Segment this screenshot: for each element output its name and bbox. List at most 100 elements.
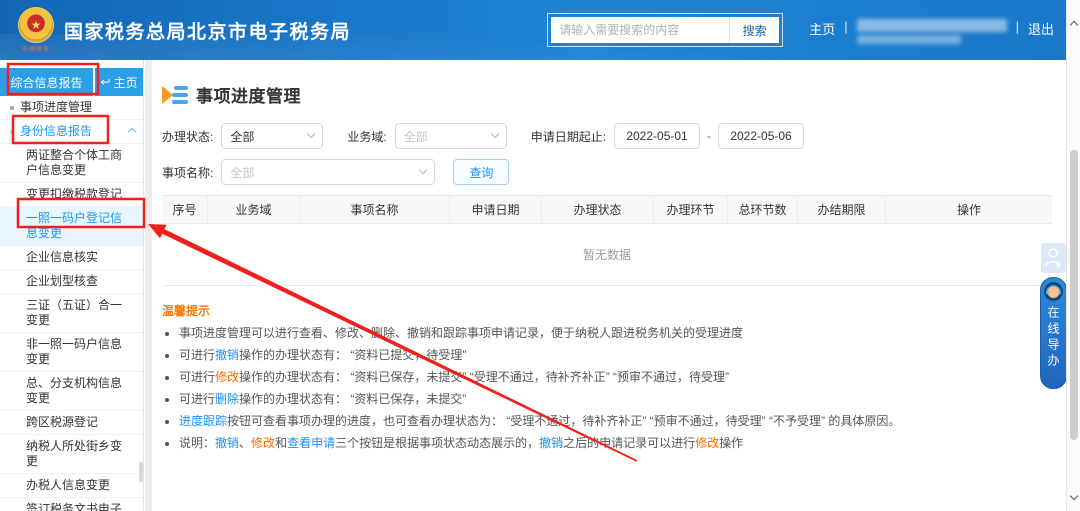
tip-keyword: 进度跟踪: [179, 414, 227, 428]
item-name-value: 全部: [230, 164, 254, 181]
date-range-dash: -: [707, 129, 711, 143]
sidebar-home-button[interactable]: ↩ 主页: [95, 68, 143, 96]
tip-keyword: 撤销: [215, 348, 239, 362]
status-value: 全部: [230, 128, 254, 145]
date-to-input[interactable]: 2022-05-06: [718, 123, 804, 149]
page: ★ 中国税务 国家税务总局北京市电子税务局 搜索 主页 | | 退出 综合信息报…: [0, 0, 1080, 511]
sidebar-item-label: 一照一码户登记信息变更: [26, 211, 133, 241]
person-star-icon: [1044, 246, 1063, 270]
table-header-cell: 业务域: [208, 196, 300, 223]
table-header-cell: 办结期限: [798, 196, 886, 223]
bullet-dot: [10, 106, 14, 110]
table-header-cell: 序号: [162, 196, 208, 223]
scroll-down-arrow[interactable]: [1070, 492, 1078, 500]
home-link[interactable]: 主页: [809, 19, 835, 38]
scrollbar-thumb[interactable]: [1070, 150, 1078, 440]
sidebar-item-label: 办税人信息变更: [26, 478, 133, 493]
tip-text: 操作的办理状态有： “资料已提交，待受理”: [239, 348, 466, 362]
bar-shape: [174, 86, 188, 90]
date-from-input[interactable]: 2022-05-01: [614, 123, 700, 149]
sidebar-item[interactable]: 企业划型核查: [0, 270, 143, 294]
sidebar-item[interactable]: 总、分支机构信息变更: [0, 372, 143, 411]
search-button[interactable]: 搜索: [729, 17, 779, 43]
sidebar-item-label: 两证整合个体工商户信息变更: [26, 148, 133, 178]
domain-filter: 业务域: 全部: [347, 123, 506, 149]
layout-gap: [145, 60, 152, 511]
tip-text: 按钮可查看事项办理的进度，也可查看办理状态为： “受理不通过，待补齐补正” “预…: [227, 414, 900, 428]
tip-item: 进度跟踪按钮可查看事项办理的进度，也可查看办理状态为： “受理不通过，待补齐补正…: [179, 413, 1052, 430]
date-range-filter: 申请日期起止: 2022-05-01 - 2022-05-06: [531, 123, 804, 149]
filter-row-1: 办理状态: 全部 业务域: 全部 申请日期起止: 2022-05-01 - 20: [162, 123, 1052, 149]
sidebar-item[interactable]: 两证整合个体工商户信息变更: [0, 144, 143, 183]
status-select[interactable]: 全部: [221, 123, 323, 149]
item-name-filter: 事项名称: 全部: [162, 159, 435, 185]
item-name-select[interactable]: 全部: [221, 159, 435, 185]
query-button[interactable]: 查询: [453, 159, 509, 185]
bar-shape: [172, 93, 188, 97]
table-header-cell: 事项名称: [300, 196, 450, 223]
header: ★ 中国税务 国家税务总局北京市电子税务局 搜索 主页 | | 退出: [0, 0, 1080, 60]
separator: |: [844, 19, 847, 34]
bullet-dot: [10, 130, 14, 134]
sidebar-item-label: 总、分支机构信息变更: [26, 376, 133, 406]
sidebar-item[interactable]: 签订税务文书电子送达确认书: [0, 498, 143, 511]
date-label: 申请日期起止:: [531, 128, 606, 145]
item-name-label: 事项名称:: [162, 164, 213, 181]
tip-text: 事项进度管理可以进行查看、修改、删除、撤销和跟踪事项申请记录，便于纳税人跟进税务…: [179, 326, 743, 340]
scroll-up-arrow[interactable]: [1070, 21, 1078, 29]
sidebar-item[interactable]: 办税人信息变更: [0, 474, 143, 498]
sidebar-home-label: 主页: [114, 74, 138, 91]
table-header-cell: 操作: [886, 196, 1052, 223]
tip-keyword: 修改: [695, 436, 719, 450]
sidebar-item-label: 纳税人所处街乡变更: [26, 439, 133, 469]
sidebar-item[interactable]: 企业信息核实: [0, 246, 143, 270]
online-guide-tab[interactable]: 在线导办: [1040, 277, 1067, 389]
search-input[interactable]: [551, 17, 729, 43]
emblem-star: ★: [31, 19, 42, 31]
tip-text: 可进行: [179, 370, 215, 384]
table-header-cell: 办理状态: [542, 196, 654, 223]
sidebar-section-title[interactable]: 综合信息报告: [0, 68, 95, 96]
sidebar-item-label: 变更扣缴税款登记: [26, 187, 133, 202]
sidebar-item[interactable]: 一照一码户登记信息变更: [0, 207, 143, 246]
separator: |: [1016, 19, 1019, 34]
header-user-links: 主页 | | 退出: [809, 17, 1054, 44]
sidebar-item[interactable]: 跨区税源登记: [0, 411, 143, 435]
national-emblem-icon: ★: [18, 7, 54, 43]
filter-row-2: 事项名称: 全部 查询: [162, 159, 1052, 185]
member-widget-button[interactable]: [1041, 243, 1066, 273]
support-agent-avatar-icon: [1044, 282, 1063, 301]
sidebar-menu: 事项进度管理身份信息报告两证整合个体工商户信息变更变更扣缴税款登记一照一码户登记…: [0, 96, 143, 511]
logout-link[interactable]: 退出: [1028, 19, 1054, 38]
tips-title: 温馨提示: [162, 302, 1052, 319]
domain-select[interactable]: 全部: [395, 123, 507, 149]
logo-script-text: 中国税务: [22, 44, 50, 53]
tip-keyword: 查看申请: [287, 436, 335, 450]
tip-text: 之后的申请记录可以进行: [563, 436, 695, 450]
sidebar-item-label: 事项进度管理: [20, 100, 135, 115]
tip-keyword: 修改: [251, 436, 275, 450]
tip-text: 说明：: [179, 436, 215, 450]
censored-username: [857, 19, 1007, 44]
progress-table: 序号业务域事项名称申请日期办理状态办理环节总环节数办结期限操作 暂无数据: [162, 195, 1052, 286]
tip-keyword: 修改: [215, 370, 239, 384]
sidebar-item[interactable]: 纳税人所处街乡变更: [0, 435, 143, 474]
chevron-up-icon: [128, 127, 136, 135]
tip-item: 可进行删除操作的办理状态有： “资料已保存，未提交”: [179, 391, 1052, 408]
sidebar-item[interactable]: 变更扣缴税款登记: [0, 183, 143, 207]
sidebar-item[interactable]: 非一照一码户信息变更: [0, 333, 143, 372]
online-guide-label: 在线导办: [1045, 306, 1062, 370]
sidebar-item[interactable]: 三证（五证）合一变更: [0, 294, 143, 333]
chevron-down-icon: [307, 130, 315, 138]
sidebar-item[interactable]: 身份信息报告: [0, 120, 143, 144]
tip-item: 说明：撤销、修改和查看申请三个按钮是根据事项状态动态展示的，撤销之后的申请记录可…: [179, 435, 1052, 452]
sidebar-item-label: 企业信息核实: [26, 250, 133, 265]
table-header-cell: 办理环节: [654, 196, 728, 223]
sidebar-scrollbar-thumb[interactable]: [139, 462, 143, 482]
tip-text: 操作的办理状态有： “资料已保存，未提交”: [239, 392, 466, 406]
table-header-cell: 总环节数: [728, 196, 798, 223]
sidebar-item[interactable]: 事项进度管理: [0, 96, 143, 120]
domain-value: 全部: [404, 128, 428, 145]
sidebar-item-label: 三证（五证）合一变更: [26, 298, 133, 328]
status-filter: 办理状态: 全部: [162, 123, 323, 149]
